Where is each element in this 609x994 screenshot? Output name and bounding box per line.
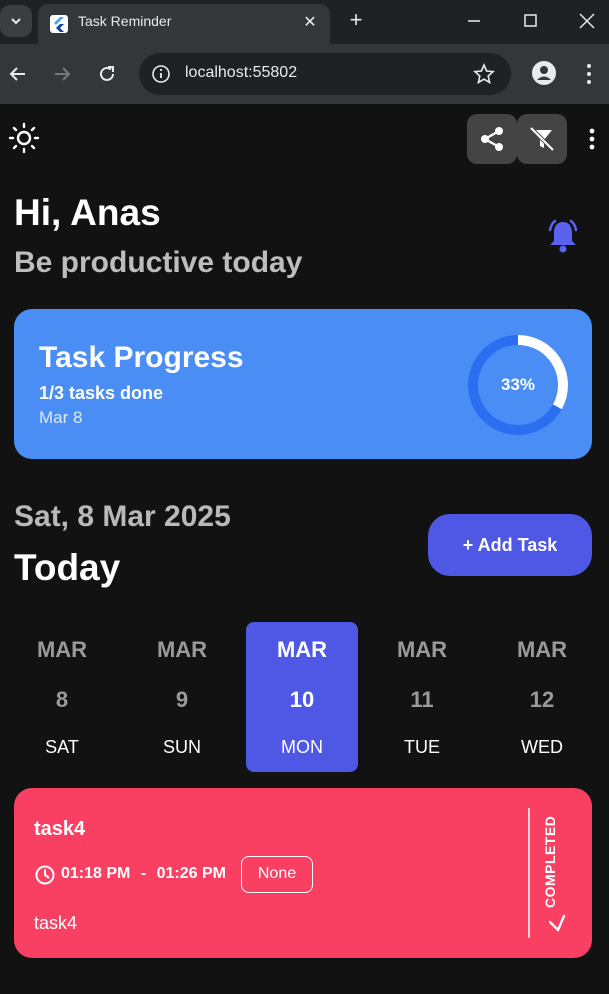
- browser-tab[interactable]: Task Reminder ✕: [38, 4, 330, 44]
- tab-close-icon[interactable]: ✕: [300, 13, 320, 33]
- minimize-button[interactable]: [454, 8, 494, 34]
- task-status-label: COMPLETED: [542, 815, 558, 908]
- day-month: MAR: [516, 637, 568, 662]
- day-weekday: MON: [281, 737, 323, 757]
- progress-title: Task Progress: [39, 341, 244, 374]
- info-icon[interactable]: [151, 64, 171, 84]
- day-weekday: SUN: [162, 737, 201, 757]
- forward-button[interactable]: [48, 60, 76, 88]
- task-progress-card: Task Progress 1/3 tasks done Mar 8 33%: [14, 309, 592, 459]
- date-picker-day-3[interactable]: MAR 11 TUE: [366, 622, 478, 772]
- notification-bell-icon[interactable]: [544, 216, 582, 256]
- task-end-time: 01:26 PM: [156, 865, 226, 882]
- tab-search-button[interactable]: [0, 5, 32, 37]
- day-month: MAR: [36, 637, 88, 662]
- day-date: 10: [289, 687, 315, 712]
- add-task-button[interactable]: + Add Task: [428, 514, 592, 576]
- day-weekday: WED: [521, 737, 563, 757]
- browser-menu-icon[interactable]: [578, 60, 600, 88]
- task-note: task4: [34, 913, 78, 933]
- arrow-right-icon: [55, 67, 71, 81]
- minimize-icon: [468, 20, 480, 22]
- day-date: 12: [529, 687, 555, 712]
- time-separator: -: [140, 865, 147, 882]
- browser-toolbar: localhost:55802: [0, 44, 609, 104]
- tab-title: Task Reminder: [78, 13, 172, 29]
- new-tab-button[interactable]: +: [343, 8, 369, 34]
- browser-tab-bar: Task Reminder ✕ +: [0, 0, 609, 44]
- task-divider: [528, 808, 530, 938]
- back-button[interactable]: [4, 60, 32, 88]
- app-viewport: Hi, Anas Be productive today Task Progre…: [0, 104, 609, 994]
- date-picker-day-4[interactable]: MAR 12 WED: [486, 622, 598, 772]
- day-weekday: SAT: [45, 737, 79, 757]
- progress-percent: 33%: [500, 375, 536, 394]
- close-icon: [579, 13, 595, 29]
- task-repeat-badge: None: [241, 856, 313, 893]
- current-date: Sat, 8 Mar 2025: [14, 500, 231, 533]
- greeting-subtitle: Be productive today: [14, 246, 303, 279]
- chevron-down-icon: [11, 18, 21, 25]
- today-heading: Today: [14, 547, 121, 588]
- share-button[interactable]: [467, 114, 517, 164]
- more-options-icon[interactable]: [582, 124, 602, 154]
- day-weekday: TUE: [404, 737, 440, 757]
- task-title: task4: [34, 818, 86, 840]
- flutter-favicon-icon: [50, 15, 68, 33]
- close-window-button[interactable]: [567, 8, 607, 34]
- url-text[interactable]: localhost:55802: [185, 64, 297, 82]
- share-icon: [481, 127, 503, 151]
- filter-off-icon: [529, 126, 555, 152]
- progress-count: 1/3 tasks done: [39, 383, 164, 403]
- day-date: 8: [55, 687, 69, 712]
- check-icon: [548, 914, 566, 932]
- greeting-heading: Hi, Anas: [14, 192, 161, 233]
- maximize-icon: [524, 14, 537, 27]
- day-date: 9: [175, 687, 189, 712]
- day-date: 11: [410, 687, 434, 712]
- maximize-button[interactable]: [510, 8, 550, 34]
- address-bar[interactable]: localhost:55802: [139, 53, 511, 95]
- task-status: COMPLETED: [540, 808, 580, 938]
- clock-icon: [35, 865, 55, 885]
- filter-toggle-button[interactable]: [517, 114, 567, 164]
- sun-icon[interactable]: [8, 122, 40, 154]
- arrow-left-icon: [9, 67, 25, 81]
- day-month: MAR: [396, 637, 448, 662]
- day-month: MAR: [156, 637, 208, 662]
- bookmark-star-icon[interactable]: [473, 63, 495, 85]
- date-picker-day-0[interactable]: MAR 8 SAT: [6, 622, 118, 772]
- profile-icon[interactable]: [531, 60, 557, 86]
- date-picker-day-2-selected[interactable]: MAR 10 MON: [246, 622, 358, 772]
- date-picker-day-1[interactable]: MAR 9 SUN: [126, 622, 238, 772]
- task-start-time: 01:18 PM: [61, 865, 131, 882]
- reload-button[interactable]: [93, 60, 121, 88]
- reload-icon: [100, 66, 114, 81]
- day-month: MAR: [276, 637, 328, 662]
- progress-date: Mar 8: [39, 408, 83, 427]
- task-card[interactable]: task4 01:18 PM - 01:26 PM None task4 COM…: [14, 788, 592, 958]
- task-time-range: 01:18 PM - 01:26 PM: [61, 865, 226, 883]
